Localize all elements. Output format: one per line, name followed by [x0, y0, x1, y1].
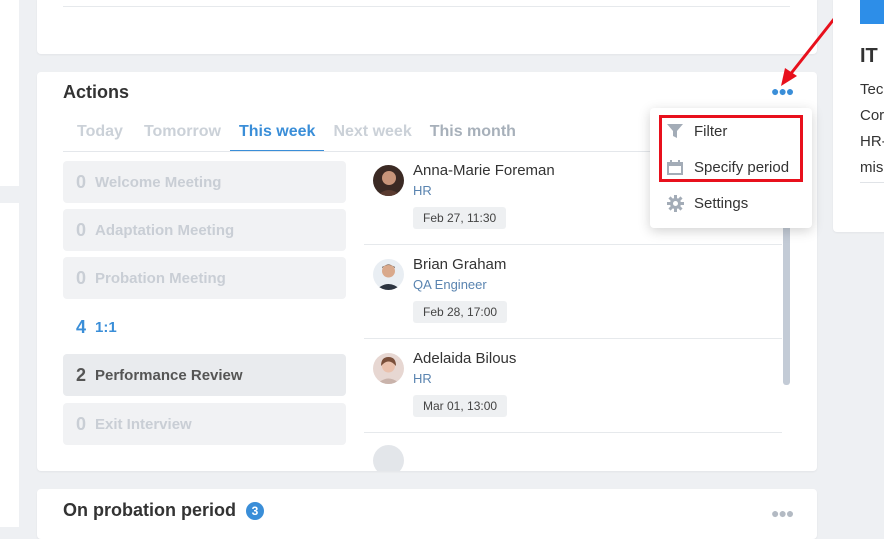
- avatar: [373, 165, 404, 196]
- right-card-accent: [860, 0, 884, 24]
- left-panel-edge-bottom: [0, 203, 19, 527]
- category-count: 0: [75, 267, 86, 288]
- tab-next-week[interactable]: Next week: [324, 112, 420, 150]
- right-card-divider: [860, 182, 884, 183]
- person-item[interactable]: Adelaida Bilous HR Mar 01, 13:00: [364, 339, 782, 433]
- person-item[interactable]: Brian Graham QA Engineer Feb 28, 17:00: [364, 245, 782, 339]
- category-label: Welcome Meeting: [95, 173, 222, 191]
- category-label: Exit Interview: [95, 415, 192, 433]
- avatar: [373, 259, 404, 290]
- category-performance-review[interactable]: 2 Performance Review: [63, 354, 346, 396]
- category-count: 0: [75, 171, 86, 192]
- actions-title: Actions: [63, 82, 130, 102]
- category-probation-meeting[interactable]: 0 Probation Meeting: [63, 257, 346, 299]
- meeting-date: Feb 27, 11:30: [413, 207, 507, 229]
- person-name: Brian Graham: [413, 256, 507, 273]
- tab-this-month[interactable]: This month: [421, 112, 525, 150]
- top-card: [37, 0, 817, 54]
- right-card-line: HR-: [860, 133, 884, 150]
- menu-item-settings[interactable]: Settings: [666, 194, 748, 212]
- person-name: Adelaida Bilous: [413, 350, 517, 367]
- right-card-line: Tec: [860, 81, 884, 98]
- category-count: 0: [75, 219, 86, 240]
- avatar: [373, 353, 404, 384]
- category-count: 0: [75, 413, 86, 434]
- category-adaptation-meeting[interactable]: 0 Adaptation Meeting: [63, 209, 346, 251]
- category-count: 4: [75, 316, 86, 337]
- category-label: Adaptation Meeting: [95, 221, 235, 239]
- category-count: 2: [75, 364, 86, 385]
- right-card-title: IT: [860, 45, 878, 67]
- probation-card: On probation period 3 ●●●: [37, 489, 817, 539]
- period-tabs: Today Tomorrow This week Next week This …: [63, 112, 525, 152]
- menu-settings-label: Settings: [694, 194, 749, 212]
- category-one-on-one[interactable]: 4 1:1: [63, 306, 346, 348]
- person-name: Anna-Marie Foreman: [413, 162, 555, 179]
- red-highlight-box: [659, 115, 803, 182]
- person-role: HR: [413, 371, 432, 386]
- category-label: 1:1: [95, 318, 117, 336]
- left-panel-edge-top: [0, 0, 19, 186]
- person-role: QA Engineer: [413, 277, 487, 292]
- category-exit-interview[interactable]: 0 Exit Interview: [63, 403, 346, 445]
- more-options-icon[interactable]: ●●●: [771, 506, 794, 520]
- next-avatar-partial: [373, 445, 404, 471]
- right-card-line: Cor: [860, 107, 884, 124]
- probation-title: On probation period 3: [63, 500, 264, 521]
- person-role: HR: [413, 183, 432, 198]
- tab-today[interactable]: Today: [63, 112, 132, 150]
- tab-this-week[interactable]: This week: [229, 112, 325, 152]
- meeting-date: Mar 01, 13:00: [413, 395, 508, 417]
- probation-count-badge: 3: [246, 501, 264, 520]
- right-card-line: mis: [860, 159, 884, 176]
- list-scrollbar[interactable]: [783, 222, 790, 385]
- tab-tomorrow[interactable]: Tomorrow: [132, 112, 230, 150]
- top-card-divider: [63, 6, 790, 7]
- meeting-date: Feb 28, 17:00: [413, 301, 508, 323]
- category-label: Probation Meeting: [95, 269, 226, 287]
- category-welcome-meeting[interactable]: 0 Welcome Meeting: [63, 161, 346, 203]
- gear-icon: [666, 194, 684, 212]
- category-label: Performance Review: [95, 366, 243, 384]
- probation-title-text: On probation period: [63, 500, 236, 520]
